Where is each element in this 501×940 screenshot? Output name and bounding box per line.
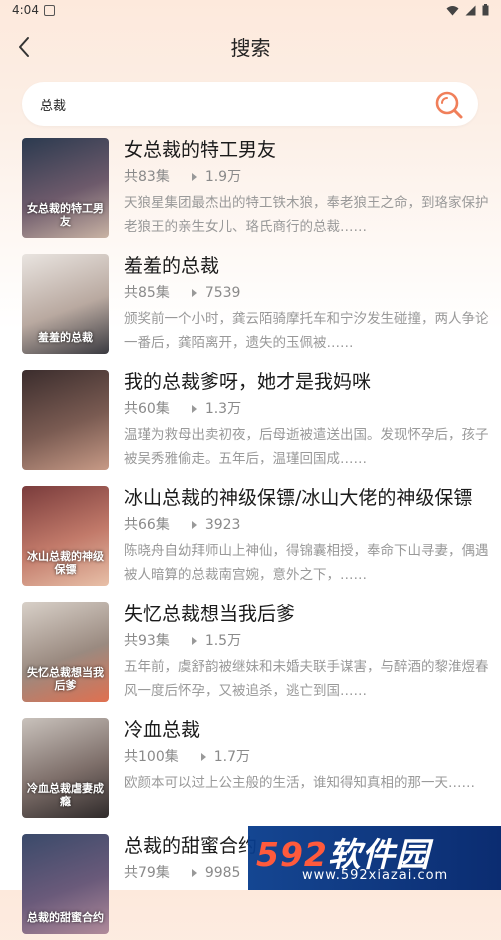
drama-cover-image[interactable]: 羞羞的总裁 — [22, 254, 109, 354]
drama-meta: 共93集 1.5万 — [124, 632, 496, 650]
play-count-icon — [191, 869, 197, 877]
drama-description — [124, 887, 496, 935]
drama-cover-image[interactable]: 女总裁的特工男友 — [22, 138, 109, 238]
view-count: 9985 — [204, 865, 241, 881]
drama-description: 五年前，虞舒韵被继妹和未婚夫联手谋害，与醉酒的黎淮煜春风一度后怀孕，又被追杀，逃… — [124, 659, 489, 699]
cover-title: 冰山总裁的神级保镖 — [27, 550, 104, 576]
battery-icon — [482, 4, 489, 16]
status-icons — [446, 4, 489, 16]
result-item[interactable]: 我的总裁爹呀，她才是我妈咪共60集 1.3万温瑾为救母出卖初夜，后母逝被遣送出国。… — [0, 368, 501, 476]
wifi-icon — [446, 5, 459, 15]
drama-description: 天狼星集团最杰出的特工铁木狼，奉老狼王之命，到珞家保护老狼王的亲生女儿、珞氏商行… — [124, 195, 489, 235]
notification-icon — [44, 5, 55, 16]
watermark-logo: 592软件园 www.592xiazai.com — [248, 826, 501, 890]
episode-count: 共93集 — [124, 633, 170, 649]
play-count-icon — [191, 289, 197, 297]
status-time: 4:04 — [12, 3, 39, 17]
episode-count: 共66集 — [124, 517, 170, 533]
result-info: 冷血总裁共100集 1.7万欧颜本可以过上公主般的生活，谁知得知真相的那一天…… — [124, 716, 496, 819]
view-count: 1.5万 — [204, 633, 242, 649]
cover-title: 羞羞的总裁 — [38, 331, 93, 344]
drama-description: 温瑾为救母出卖初夜，后母逝被遣送出国。发现怀孕后，孩子被吴秀雅偷走。五年后，温瑾… — [124, 427, 489, 467]
drama-description: 陈晓舟自幼拜师山上神仙，得锦囊相授，奉命下山寻妻，偶遇被人暗算的总裁南宫婉，意外… — [124, 543, 489, 583]
view-count: 1.3万 — [204, 401, 242, 417]
page-title: 搜索 — [230, 36, 271, 60]
search-input[interactable] — [40, 82, 420, 126]
result-info: 羞羞的总裁共85集 7539 颁奖前一个小时，龚云陌骑摩托车和宁汐发生碰撞，两人争论… — [124, 252, 496, 355]
result-item[interactable]: 羞羞的总裁 羞羞的总裁 共85集 7539 颁奖前一个小时，龚云陌骑摩托车和宁汐发生碰撞… — [0, 252, 501, 360]
drama-cover-image[interactable] — [22, 370, 109, 470]
signal-icon — [465, 5, 476, 15]
drama-meta: 共85集 7539 — [124, 284, 496, 302]
result-info: 失忆总裁想当我后爹共93集 1.5万五年前，虞舒韵被继妹和未婚夫联手谋害，与醉酒的… — [124, 600, 496, 703]
view-count: 3923 — [204, 517, 241, 533]
result-item[interactable]: 女总裁的特工男友 女总裁的特工男友 共83集 1.9万 天狼星集团最杰出的特工铁木狼，奉… — [0, 136, 501, 244]
drama-title[interactable]: 冷血总裁 — [124, 716, 494, 744]
cover-title: 总裁的甜蜜合约 — [27, 911, 104, 924]
drama-title[interactable]: 女总裁的特工男友 — [124, 136, 494, 164]
drama-meta: 共66集 3923 — [124, 516, 496, 534]
play-count-icon — [200, 753, 206, 761]
episode-count: 共60集 — [124, 401, 170, 417]
drama-title[interactable]: 羞羞的总裁 — [124, 252, 494, 280]
drama-title[interactable]: 失忆总裁想当我后爹 — [124, 600, 494, 628]
drama-description: 颁奖前一个小时，龚云陌骑摩托车和宁汐发生碰撞，两人争论一番后，龚陌离开，遗失的玉… — [124, 311, 489, 351]
cover-title: 失忆总裁想当我后爹 — [27, 666, 104, 692]
play-count-icon — [191, 405, 197, 413]
result-info: 冰山总裁的神级保镖/冰山大佬的神级保镖共66集 3923 陈晓舟自幼拜师山上神仙，得… — [124, 484, 496, 587]
result-item[interactable]: 失忆总裁想当我后爹 失忆总裁想当我后爹 共93集 1.5万 五年前，虞舒韵被继妹和未婚夫… — [0, 600, 501, 708]
result-info: 我的总裁爹呀，她才是我妈咪共60集 1.3万温瑾为救母出卖初夜，后母逝被遣送出国。… — [124, 368, 496, 471]
cover-title: 冷血总裁虐妻成瘾 — [27, 782, 104, 808]
episode-count: 共85集 — [124, 285, 170, 301]
search-icon[interactable] — [434, 90, 464, 120]
drama-cover-image[interactable]: 冰山总裁的神级保镖 — [22, 486, 109, 586]
search-bar — [22, 82, 478, 126]
episode-count: 共100集 — [124, 749, 179, 765]
drama-title[interactable]: 冰山总裁的神级保镖/冰山大佬的神级保镖 — [124, 484, 494, 512]
drama-meta: 共100集 1.7万 — [124, 748, 496, 766]
drama-cover-image[interactable]: 总裁的甜蜜合约 — [22, 834, 109, 934]
drama-cover-image[interactable]: 失忆总裁想当我后爹 — [22, 602, 109, 702]
play-count-icon — [191, 637, 197, 645]
result-info: 女总裁的特工男友共83集 1.9万天狼星集团最杰出的特工铁木狼，奉老狼王之命，到珞… — [124, 136, 496, 239]
episode-count: 共83集 — [124, 169, 170, 185]
result-item[interactable]: 冰山总裁的神级保镖 冰山总裁的神级保镖/冰山大佬的神级保镖共66集 3923 陈晓舟自… — [0, 484, 501, 592]
play-count-icon — [191, 173, 197, 181]
play-count-icon — [191, 521, 197, 529]
result-item[interactable]: 冷血总裁虐妻成瘾 冷血总裁共100集 1.7万欧颜本可以过上公主般的生活，谁知得知真… — [0, 716, 501, 824]
cover-title: 女总裁的特工男友 — [27, 202, 104, 228]
view-count: 1.9万 — [204, 169, 242, 185]
drama-description: 欧颜本可以过上公主般的生活，谁知得知真相的那一天…… — [124, 775, 475, 791]
drama-meta: 共83集 1.9万 — [124, 168, 496, 186]
view-count: 7539 — [204, 285, 241, 301]
drama-meta: 共60集 1.3万 — [124, 400, 496, 418]
status-bar: 4:04 — [0, 0, 501, 22]
drama-cover-image[interactable]: 冷血总裁虐妻成瘾 — [22, 718, 109, 818]
view-count: 1.7万 — [213, 749, 250, 765]
top-bar: 搜索 — [0, 22, 501, 72]
drama-title[interactable]: 我的总裁爹呀，她才是我妈咪 — [124, 368, 494, 396]
episode-count: 共79集 — [124, 865, 170, 881]
